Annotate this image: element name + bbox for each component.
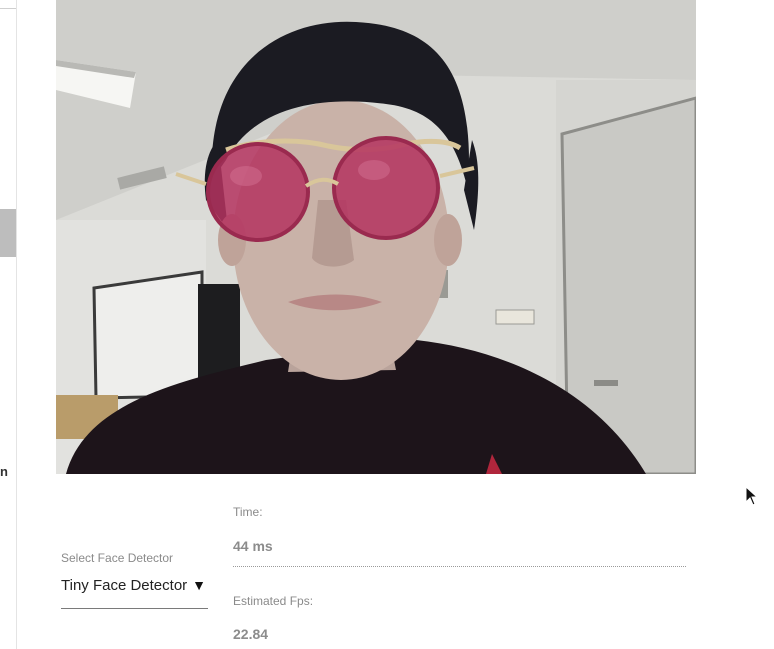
triangle-down-icon[interactable]: ▼: [192, 577, 206, 593]
time-label: Time:: [233, 505, 263, 519]
fps-label: Estimated Fps:: [233, 594, 314, 608]
face-detector-selected-value[interactable]: Tiny Face Detector: [61, 577, 187, 594]
detector-select-label: Select Face Detector: [61, 551, 174, 565]
mouse-pointer-icon: [744, 485, 759, 511]
webcam-frame: [56, 0, 696, 474]
sidebar: n: [0, 0, 17, 649]
time-field-underline: [233, 566, 686, 567]
sidebar-selected-item[interactable]: [0, 209, 16, 257]
fps-value: 22.84: [233, 626, 269, 642]
sidebar-divider: [0, 8, 16, 9]
time-value: 44 ms: [233, 538, 273, 554]
webcam-video-overlay: [56, 0, 696, 474]
face-detector-select[interactable]: Tiny Face Detector ▼: [61, 574, 208, 609]
face-detection-demo-page: n Select Face Detector Tiny Face Detecto…: [0, 0, 774, 649]
sidebar-item-label[interactable]: n: [0, 464, 10, 479]
